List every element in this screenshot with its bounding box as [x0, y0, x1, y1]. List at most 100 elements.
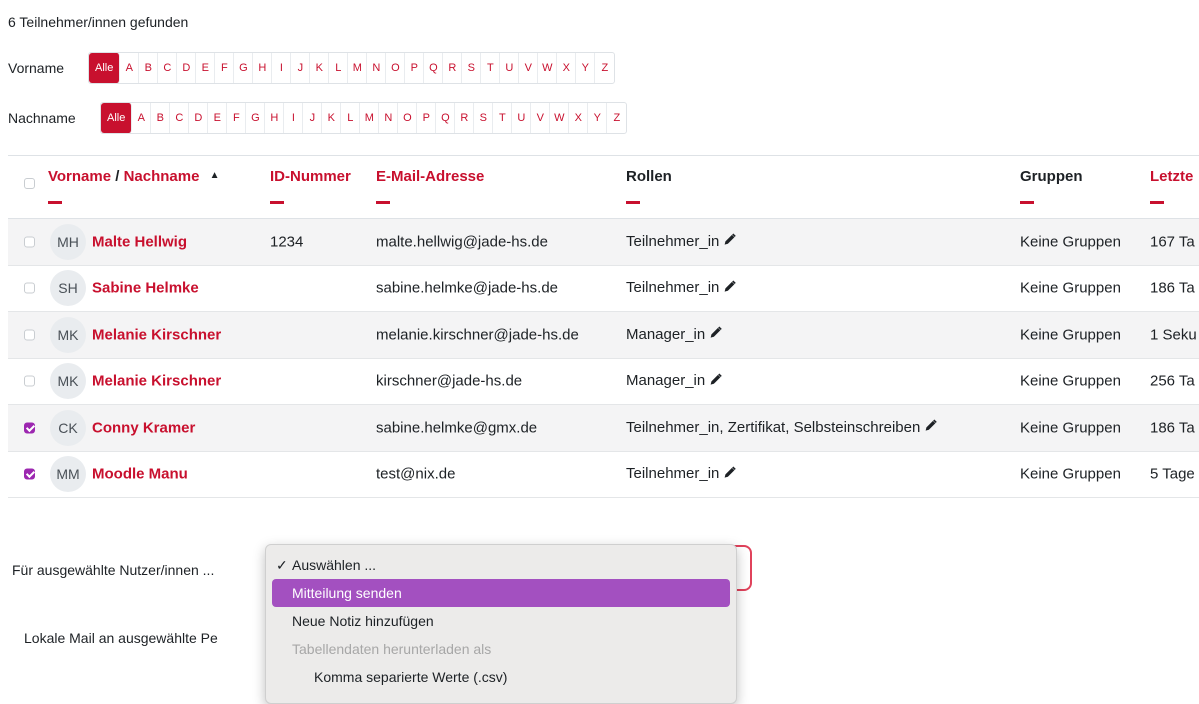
- letter-filter-f[interactable]: F: [215, 53, 235, 83]
- collapse-email-column[interactable]: [376, 201, 390, 204]
- letter-filter-alle[interactable]: Alle: [89, 53, 121, 83]
- letter-filter-q[interactable]: Q: [424, 53, 444, 83]
- letter-filter-l[interactable]: L: [341, 103, 361, 133]
- letter-filter-j[interactable]: J: [303, 103, 323, 133]
- letter-filter-m[interactable]: M: [348, 53, 368, 83]
- letter-filter-r[interactable]: R: [443, 53, 463, 83]
- letter-filter-y[interactable]: Y: [576, 53, 596, 83]
- letter-filter-h[interactable]: H: [253, 53, 273, 83]
- participant-name-link[interactable]: Melanie Kirschner: [92, 326, 221, 343]
- dropdown-option[interactable]: Mitteilung senden: [272, 579, 730, 607]
- letter-filter-n[interactable]: N: [367, 53, 387, 83]
- dropdown-option[interactable]: Komma separierte Werte (.csv): [266, 663, 736, 691]
- sort-lastaccess-link[interactable]: Letzte: [1150, 168, 1193, 185]
- participant-name-link[interactable]: Conny Kramer: [92, 419, 195, 436]
- row-checkbox[interactable]: [24, 468, 35, 480]
- collapse-name-column[interactable]: [48, 201, 62, 204]
- letter-filter-p[interactable]: P: [405, 53, 425, 83]
- letter-filter-t[interactable]: T: [481, 53, 501, 83]
- letter-filter-o[interactable]: O: [398, 103, 418, 133]
- email-cell: melanie.kirschner@jade-hs.de: [376, 326, 579, 344]
- letter-filter-m[interactable]: M: [360, 103, 380, 133]
- participant-name-link[interactable]: Melanie Kirschner: [92, 373, 221, 390]
- dropdown-option[interactable]: Neue Notiz hinzufügen: [266, 607, 736, 635]
- roles-cell: Teilnehmer_in: [626, 279, 737, 297]
- edit-roles-pencil-icon[interactable]: [723, 466, 737, 483]
- letter-filter-c[interactable]: C: [170, 103, 190, 133]
- letter-filter-i[interactable]: I: [272, 53, 292, 83]
- letter-filter-n[interactable]: N: [379, 103, 399, 133]
- bulk-action-dropdown-menu: ✓ Auswählen ... Mitteilung senden Neue Noti…: [265, 544, 737, 704]
- collapse-idnumber-column[interactable]: [270, 201, 284, 204]
- letter-filter-v[interactable]: V: [519, 53, 539, 83]
- sort-firstname-link[interactable]: Vorname: [48, 168, 111, 185]
- firstname-initials-filter: Vorname Alle A B C D E F G H I J K L M N O P Q R S T U V W X Y Z: [8, 52, 616, 84]
- letter-filter-e[interactable]: E: [208, 103, 228, 133]
- edit-roles-pencil-icon[interactable]: [709, 373, 722, 390]
- letter-filter-e[interactable]: E: [196, 53, 216, 83]
- sort-lastname-link[interactable]: Nachname: [124, 168, 200, 185]
- roles-text: Teilnehmer_in: [626, 279, 720, 297]
- letter-filter-k[interactable]: K: [310, 53, 330, 83]
- avatar: SH: [50, 270, 86, 307]
- row-checkbox[interactable]: [24, 236, 35, 248]
- letter-filter-w[interactable]: W: [538, 53, 558, 83]
- letter-filter-g[interactable]: G: [246, 103, 266, 133]
- letter-filter-alle[interactable]: Alle: [101, 103, 133, 133]
- letter-filter-f[interactable]: F: [227, 103, 247, 133]
- letter-filter-w[interactable]: W: [550, 103, 570, 133]
- letter-filter-p[interactable]: P: [417, 103, 437, 133]
- letter-filter-g[interactable]: G: [234, 53, 254, 83]
- letter-filter-d[interactable]: D: [177, 53, 197, 83]
- sort-email-link[interactable]: E-Mail-Adresse: [376, 168, 484, 185]
- collapse-groups-column[interactable]: [1020, 201, 1034, 204]
- lastaccess-cell: 256 Ta: [1150, 372, 1195, 390]
- letter-filter-z[interactable]: Z: [595, 53, 614, 83]
- letter-filter-x[interactable]: X: [557, 53, 577, 83]
- letter-filter-s[interactable]: S: [462, 53, 482, 83]
- letter-filter-a[interactable]: A: [120, 53, 140, 83]
- letter-filter-q[interactable]: Q: [436, 103, 456, 133]
- lastaccess-cell: 167 Ta: [1150, 233, 1195, 251]
- letter-filter-b[interactable]: B: [139, 53, 159, 83]
- letter-filter-r[interactable]: R: [455, 103, 475, 133]
- select-all-checkbox[interactable]: [24, 178, 35, 189]
- edit-roles-pencil-icon[interactable]: [723, 233, 737, 251]
- edit-roles-pencil-icon[interactable]: [709, 326, 722, 344]
- email-cell: test@nix.de: [376, 465, 456, 483]
- letter-filter-u[interactable]: U: [500, 53, 520, 83]
- participant-name-link[interactable]: Malte Hellwig: [92, 233, 187, 250]
- sort-idnumber-link[interactable]: ID-Nummer: [270, 168, 351, 185]
- dropdown-option[interactable]: ✓ Auswählen ...: [266, 551, 736, 579]
- roles-header: Rollen: [626, 168, 672, 185]
- letter-filter-c[interactable]: C: [158, 53, 178, 83]
- letter-filter-y[interactable]: Y: [588, 103, 608, 133]
- row-checkbox[interactable]: [24, 375, 35, 387]
- letter-filter-i[interactable]: I: [284, 103, 304, 133]
- letter-filter-d[interactable]: D: [189, 103, 209, 133]
- participant-name-link[interactable]: Sabine Helmke: [92, 280, 199, 297]
- edit-roles-pencil-icon[interactable]: [924, 419, 938, 437]
- participant-name-link[interactable]: Moodle Manu: [92, 466, 188, 483]
- letter-filter-v[interactable]: V: [531, 103, 551, 133]
- letter-filter-l[interactable]: L: [329, 53, 349, 83]
- groups-header: Gruppen: [1020, 168, 1083, 185]
- letter-filter-j[interactable]: J: [291, 53, 311, 83]
- letter-filter-z[interactable]: Z: [607, 103, 626, 133]
- letter-filter-b[interactable]: B: [151, 103, 171, 133]
- letter-filter-k[interactable]: K: [322, 103, 342, 133]
- letter-filter-x[interactable]: X: [569, 103, 589, 133]
- letter-filter-t[interactable]: T: [493, 103, 513, 133]
- letter-filter-h[interactable]: H: [265, 103, 285, 133]
- collapse-roles-column[interactable]: [626, 201, 640, 204]
- letter-filter-o[interactable]: O: [386, 53, 406, 83]
- letter-filter-u[interactable]: U: [512, 103, 532, 133]
- row-checkbox[interactable]: [24, 282, 35, 294]
- row-checkbox[interactable]: [24, 422, 35, 434]
- bulk-action-label: Für ausgewählte Nutzer/innen ...: [12, 562, 215, 578]
- collapse-lastaccess-column[interactable]: [1150, 201, 1164, 204]
- edit-roles-pencil-icon[interactable]: [723, 280, 737, 297]
- letter-filter-s[interactable]: S: [474, 103, 494, 133]
- letter-filter-a[interactable]: A: [132, 103, 152, 133]
- row-checkbox[interactable]: [24, 329, 35, 341]
